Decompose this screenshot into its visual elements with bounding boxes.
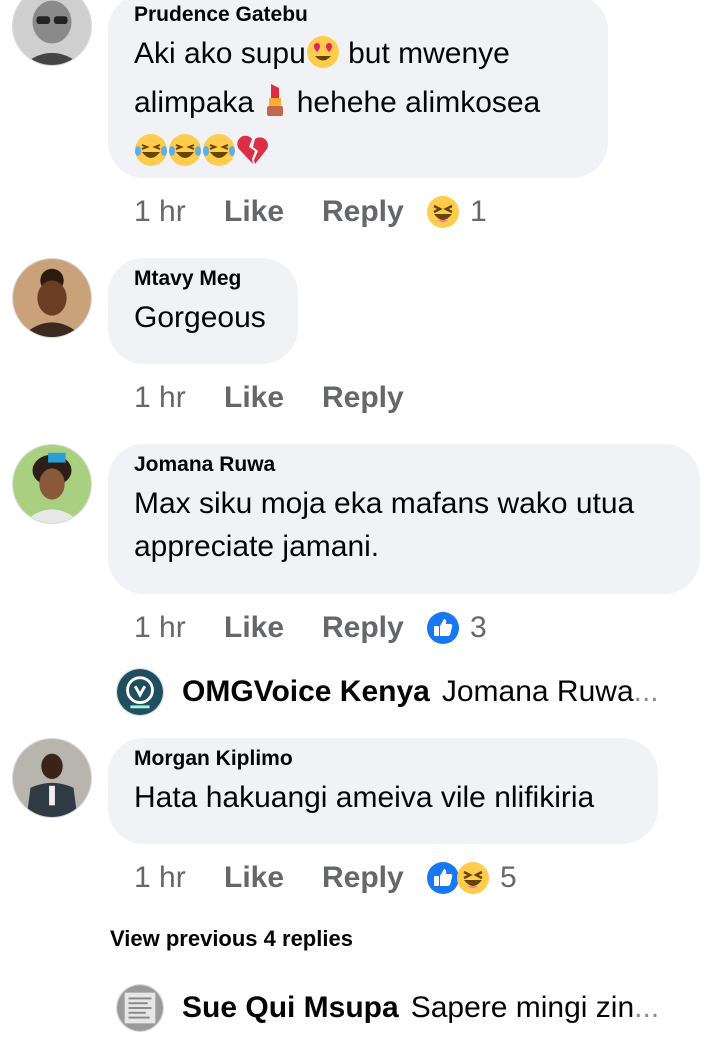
comment-actions: 1 hr Like Reply 5 <box>134 858 517 898</box>
reply-button[interactable]: Reply <box>322 611 426 645</box>
thumbs-up-icon <box>426 611 460 645</box>
laughing-crying-emoji-icon <box>202 133 236 179</box>
comment-text-part: hehehe alimkosea <box>288 86 541 119</box>
comment-bubble[interactable]: Morgan Kiplimo Hata hakuangi ameiva vile… <box>108 738 658 844</box>
heart-eyes-emoji-icon <box>306 35 340 81</box>
comment-text-part: alimpaka <box>134 86 263 119</box>
omgvoice-kenya-logo-icon <box>116 668 164 716</box>
comment-actions: 1 hr Like Reply 3 <box>134 608 487 648</box>
comment-text-part: Max siku moja eka mafans wako utua <box>134 487 635 520</box>
comment-timestamp[interactable]: 1 hr <box>134 611 224 645</box>
reply-ellipsis: ... <box>634 991 660 1024</box>
avatar-mtavy-meg[interactable] <box>12 258 92 338</box>
reaction-summary[interactable]: 3 <box>426 611 487 645</box>
view-previous-replies-link[interactable]: View previous 4 replies <box>110 926 353 952</box>
like-button[interactable]: Like <box>224 861 322 895</box>
reply-button[interactable]: Reply <box>322 861 426 895</box>
comment-timestamp[interactable]: 1 hr <box>134 861 224 895</box>
comment-text-part: but mwenye <box>339 37 510 70</box>
comment-text: Aki ako supu but mwenye alimpaka hehehe … <box>134 32 582 179</box>
thumbs-up-icon <box>426 861 460 895</box>
reaction-summary[interactable]: 5 <box>426 861 517 895</box>
avatar-prudence-gatebu[interactable] <box>12 0 92 66</box>
avatar-sue-qui-msupa <box>116 984 164 1032</box>
comment-bubble[interactable]: Jomana Ruwa Max siku moja eka mafans wak… <box>108 444 700 594</box>
laughing-face-icon <box>456 861 490 895</box>
broken-heart-emoji-icon <box>236 133 270 179</box>
comment-actions: 1 hr Like Reply <box>134 378 426 418</box>
like-button[interactable]: Like <box>224 381 322 415</box>
avatar-jomana-ruwa[interactable] <box>12 444 92 524</box>
like-button[interactable]: Like <box>224 611 322 645</box>
reply-text: Sapere mingi zin <box>410 991 635 1024</box>
reaction-count: 3 <box>470 611 487 644</box>
reply-button[interactable]: Reply <box>322 195 426 229</box>
comment-bubble[interactable]: Mtavy Meg Gorgeous <box>108 258 298 364</box>
reply-author[interactable]: OMGVoice Kenya <box>182 675 430 709</box>
avatar-morgan-kiplimo[interactable] <box>12 738 92 818</box>
comments-thread: Prudence Gatebu Aki ako supu but mwenye … <box>0 0 720 1043</box>
reply-button[interactable]: Reply <box>322 381 426 415</box>
comment-timestamp[interactable]: 1 hr <box>134 195 224 229</box>
like-button[interactable]: Like <box>224 195 322 229</box>
comment-text: Hata hakuangi ameiva vile nlifikiria <box>134 781 595 814</box>
comment-bubble[interactable]: Prudence Gatebu Aki ako supu but mwenye … <box>108 0 608 178</box>
comment-author[interactable]: Morgan Kiplimo <box>134 746 632 772</box>
laughing-crying-emoji-icon <box>168 133 202 179</box>
reply-ellipsis: ... <box>633 675 659 708</box>
reaction-summary[interactable]: 1 <box>426 195 487 229</box>
comment-timestamp[interactable]: 1 hr <box>134 381 224 415</box>
comment-text-part: appreciate jamani. <box>134 530 380 563</box>
comment-actions: 1 hr Like Reply 1 <box>134 192 487 232</box>
comment-author[interactable]: Jomana Ruwa <box>134 452 674 478</box>
reply-text: Jomana Ruwa <box>441 675 634 708</box>
reply-preview[interactable]: Sue Qui Msupa Sapere mingi zin... <box>116 984 686 1032</box>
comment-author[interactable]: Prudence Gatebu <box>134 2 582 28</box>
comment-text: Max siku moja eka mafans wako utua appre… <box>134 482 674 568</box>
reaction-count: 1 <box>470 195 487 228</box>
lipstick-emoji-icon <box>262 82 288 130</box>
laughing-crying-emoji-icon <box>134 133 168 179</box>
laughing-face-icon <box>426 195 460 229</box>
comment-author[interactable]: Mtavy Meg <box>134 266 272 292</box>
reply-author[interactable]: Sue Qui Msupa <box>182 991 399 1025</box>
reaction-count: 5 <box>500 861 517 894</box>
reply-preview[interactable]: OMGVoice Kenya Jomana Ruwa... <box>116 668 686 716</box>
comment-text: Gorgeous <box>134 301 266 334</box>
comment-text-part: Aki ako supu <box>134 37 306 70</box>
